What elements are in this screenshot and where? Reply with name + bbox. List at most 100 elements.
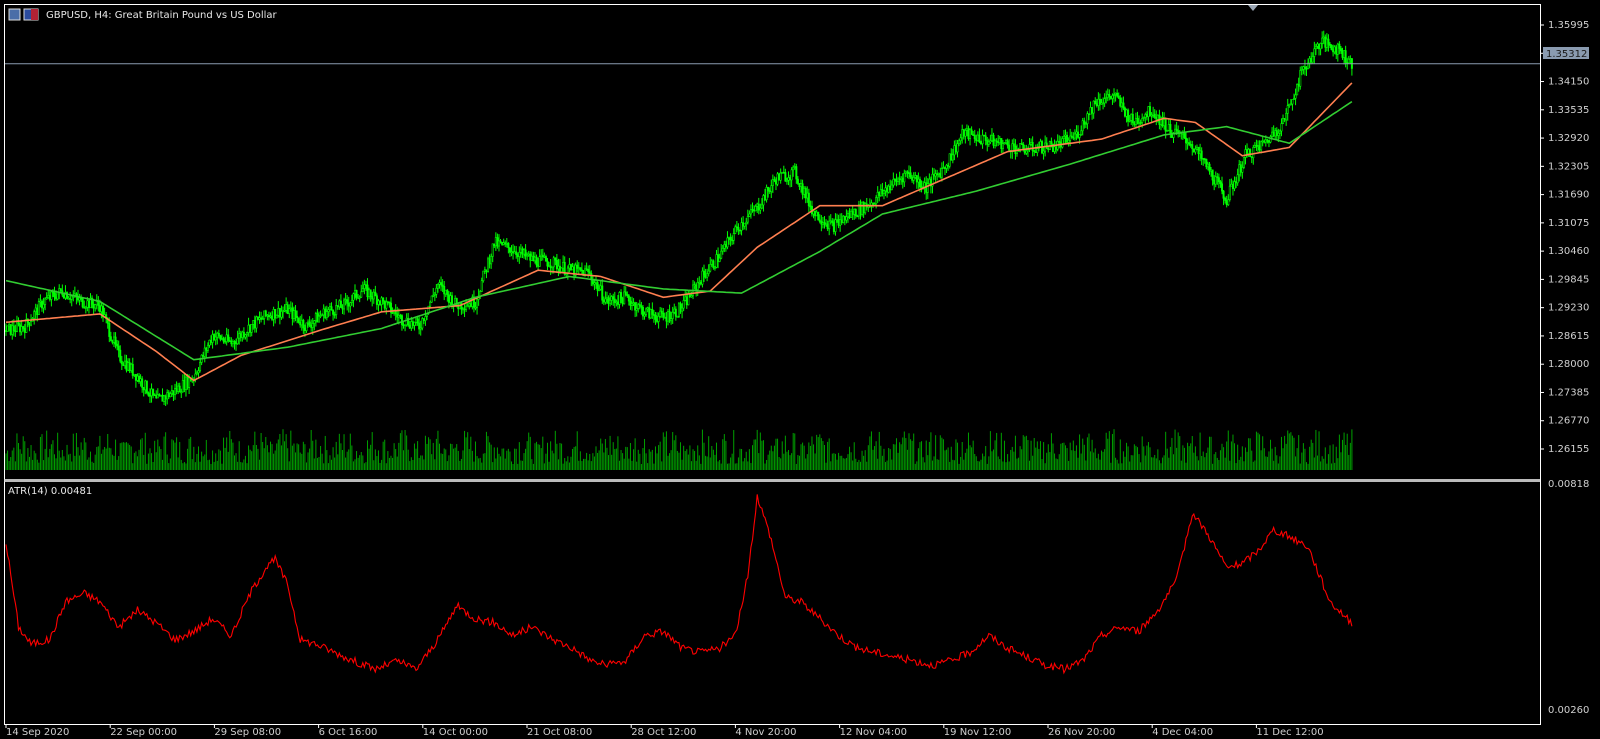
candle-body bbox=[1105, 97, 1108, 99]
candle-body bbox=[310, 324, 313, 328]
candle-body bbox=[415, 318, 418, 323]
candle-body bbox=[759, 207, 762, 211]
candle-body bbox=[1072, 136, 1075, 139]
candle-body bbox=[352, 293, 355, 301]
y-tick-label: 1.29230 bbox=[1548, 303, 1589, 314]
candle-body bbox=[238, 333, 241, 339]
candle-body bbox=[596, 282, 599, 291]
candle-body bbox=[543, 256, 546, 258]
candle-body bbox=[289, 307, 292, 310]
candle-body bbox=[261, 318, 264, 320]
candle-body bbox=[272, 309, 275, 320]
candle-body bbox=[350, 299, 353, 303]
candle-body bbox=[765, 187, 768, 201]
candle-body bbox=[188, 377, 191, 388]
candle-body bbox=[629, 300, 632, 306]
candle-body bbox=[391, 312, 394, 314]
candle-body bbox=[1070, 135, 1073, 138]
candle-body bbox=[1194, 148, 1197, 153]
candle-body bbox=[325, 311, 328, 319]
candle-body bbox=[1305, 67, 1308, 70]
candle-body bbox=[1055, 146, 1058, 150]
candle-body bbox=[339, 300, 342, 308]
candle-body bbox=[746, 216, 749, 223]
candle-body bbox=[230, 340, 233, 345]
candle-body bbox=[947, 164, 950, 167]
candle-body bbox=[319, 315, 322, 317]
candle-body bbox=[210, 339, 213, 343]
candle-body bbox=[197, 370, 200, 374]
candle-body bbox=[909, 172, 912, 178]
candle-body bbox=[715, 254, 718, 268]
candle-body bbox=[161, 394, 164, 402]
candle-body bbox=[220, 338, 223, 340]
candle-body bbox=[20, 326, 23, 333]
candle-body bbox=[147, 392, 150, 396]
candle-body bbox=[552, 257, 555, 268]
candle-body bbox=[555, 259, 558, 270]
candle-body bbox=[1239, 164, 1242, 173]
candle-body bbox=[1152, 113, 1155, 116]
candle-body bbox=[1258, 145, 1261, 151]
candle-body bbox=[112, 336, 115, 343]
candle-body bbox=[731, 239, 734, 242]
candle-body bbox=[338, 300, 341, 308]
symbol-header: GBPUSD, H4: Great Britain Pound vs US Do… bbox=[8, 8, 278, 21]
candle-body bbox=[274, 309, 277, 319]
candle-body bbox=[637, 304, 640, 309]
candle-body bbox=[1128, 120, 1131, 122]
candle-body bbox=[515, 251, 518, 255]
candle-body bbox=[1164, 119, 1167, 132]
candle-body bbox=[981, 134, 984, 145]
candle-body bbox=[1324, 36, 1327, 48]
candle-body bbox=[544, 256, 547, 262]
candle-body bbox=[961, 129, 964, 139]
candle-body bbox=[1328, 44, 1331, 46]
candle-body bbox=[69, 298, 72, 300]
candle-body bbox=[801, 183, 804, 195]
candle-body bbox=[1260, 141, 1263, 151]
x-tick-label: 4 Nov 20:00 bbox=[735, 727, 796, 738]
candle-body bbox=[673, 308, 676, 313]
candle-body bbox=[1005, 140, 1008, 143]
candle-body bbox=[554, 257, 557, 261]
candle-body bbox=[656, 319, 659, 322]
candle-body bbox=[939, 172, 942, 178]
candle-body bbox=[1205, 158, 1208, 168]
candle-body bbox=[242, 331, 245, 338]
candle-body bbox=[862, 201, 865, 214]
candle-body bbox=[1103, 98, 1106, 104]
candle-body bbox=[214, 336, 217, 341]
candle-body bbox=[978, 134, 981, 143]
candle-body bbox=[1127, 109, 1130, 122]
candle-body bbox=[1033, 150, 1036, 152]
candle-body bbox=[635, 308, 638, 311]
candle-body bbox=[519, 248, 522, 253]
candle-body bbox=[253, 320, 256, 329]
candle-body bbox=[246, 332, 249, 336]
candle-body bbox=[568, 264, 571, 269]
candle-body bbox=[1133, 122, 1136, 125]
candle-body bbox=[1047, 148, 1050, 150]
candle-body bbox=[620, 292, 623, 299]
candle-body bbox=[402, 324, 405, 326]
candle-body bbox=[501, 241, 504, 245]
candle-body bbox=[911, 176, 914, 181]
candle-body bbox=[734, 226, 737, 234]
candle-body bbox=[1186, 142, 1189, 144]
candle-body bbox=[70, 295, 73, 300]
candle-body bbox=[497, 240, 500, 247]
candle-body bbox=[1111, 95, 1114, 99]
candle-body bbox=[1325, 38, 1328, 48]
candle-body bbox=[127, 362, 130, 371]
candle-body bbox=[120, 360, 123, 365]
candle-body bbox=[357, 296, 360, 299]
candle-body bbox=[15, 322, 18, 332]
candle-body bbox=[302, 319, 305, 329]
candle-body bbox=[222, 338, 225, 342]
candle-body bbox=[1266, 139, 1269, 142]
candle-body bbox=[1300, 69, 1303, 71]
candle-body bbox=[627, 295, 630, 302]
candle-body bbox=[887, 185, 890, 193]
candle-body bbox=[311, 323, 314, 328]
